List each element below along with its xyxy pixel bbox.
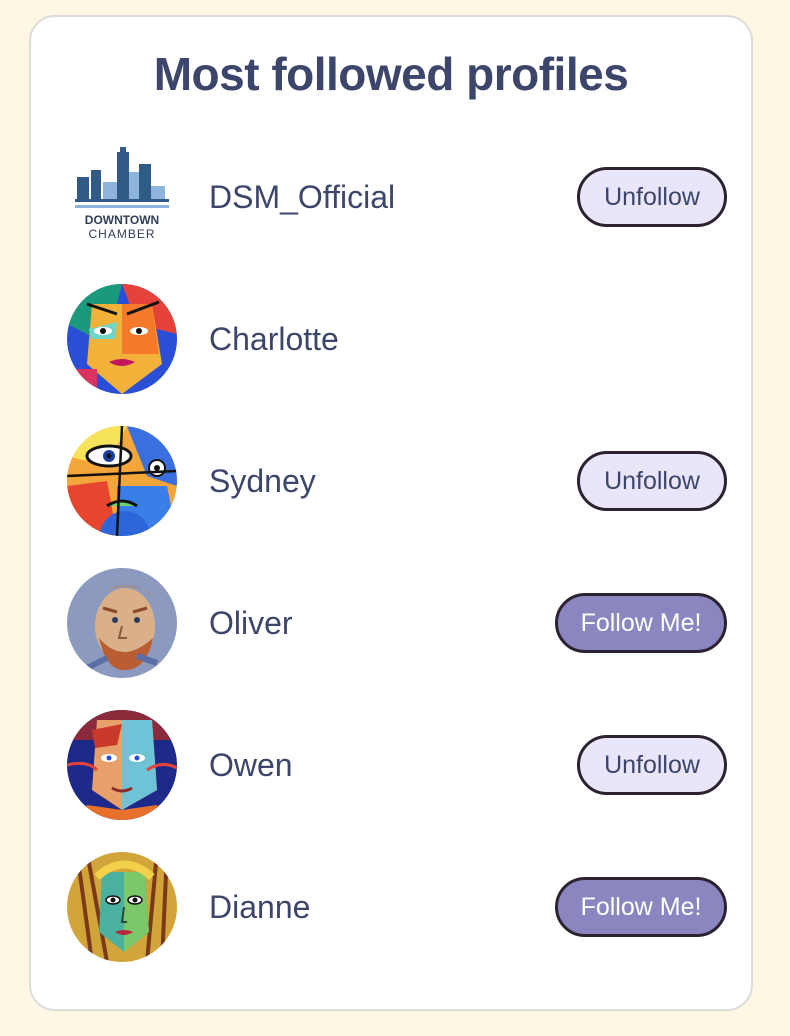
unfollow-button[interactable]: Unfollow [577,451,727,511]
profile-name[interactable]: Oliver [209,605,555,642]
profile-name[interactable]: Dianne [209,889,555,926]
card-title: Most followed profiles [153,48,629,100]
profile-row-sydney: Sydney Unfollow [67,425,727,537]
profile-row-dsm-official: DOWNTOWN CHAMBER DSM_Official Unfollow [67,141,727,253]
profile-name[interactable]: Sydney [209,463,577,500]
charlotte-avatar[interactable] [67,284,177,394]
oliver-avatar[interactable] [67,568,177,678]
follow-me-button[interactable]: Follow Me! [555,877,727,937]
profile-name[interactable]: Owen [209,747,577,784]
downtown-chamber-logo[interactable]: DOWNTOWN CHAMBER [67,142,177,252]
dianne-avatar[interactable] [67,852,177,962]
sydney-avatar[interactable] [67,426,177,536]
unfollow-button[interactable]: Unfollow [577,167,727,227]
follow-me-button[interactable]: Follow Me! [555,593,727,653]
profiles-card: Most followed profiles DOWNTOWN CHAMBER … [29,15,753,1011]
profile-name[interactable]: Charlotte [209,321,727,358]
profile-row-charlotte: Charlotte [67,283,727,395]
profile-name[interactable]: DSM_Official [209,179,577,216]
logo-text-downtown: DOWNTOWN [85,213,159,227]
owen-avatar[interactable] [67,710,177,820]
unfollow-button[interactable]: Unfollow [577,735,727,795]
profile-row-owen: Owen Unfollow [67,709,727,821]
logo-text-chamber: CHAMBER [88,227,155,241]
profile-row-dianne: Dianne Follow Me! [67,851,727,963]
profile-row-oliver: Oliver Follow Me! [67,567,727,679]
